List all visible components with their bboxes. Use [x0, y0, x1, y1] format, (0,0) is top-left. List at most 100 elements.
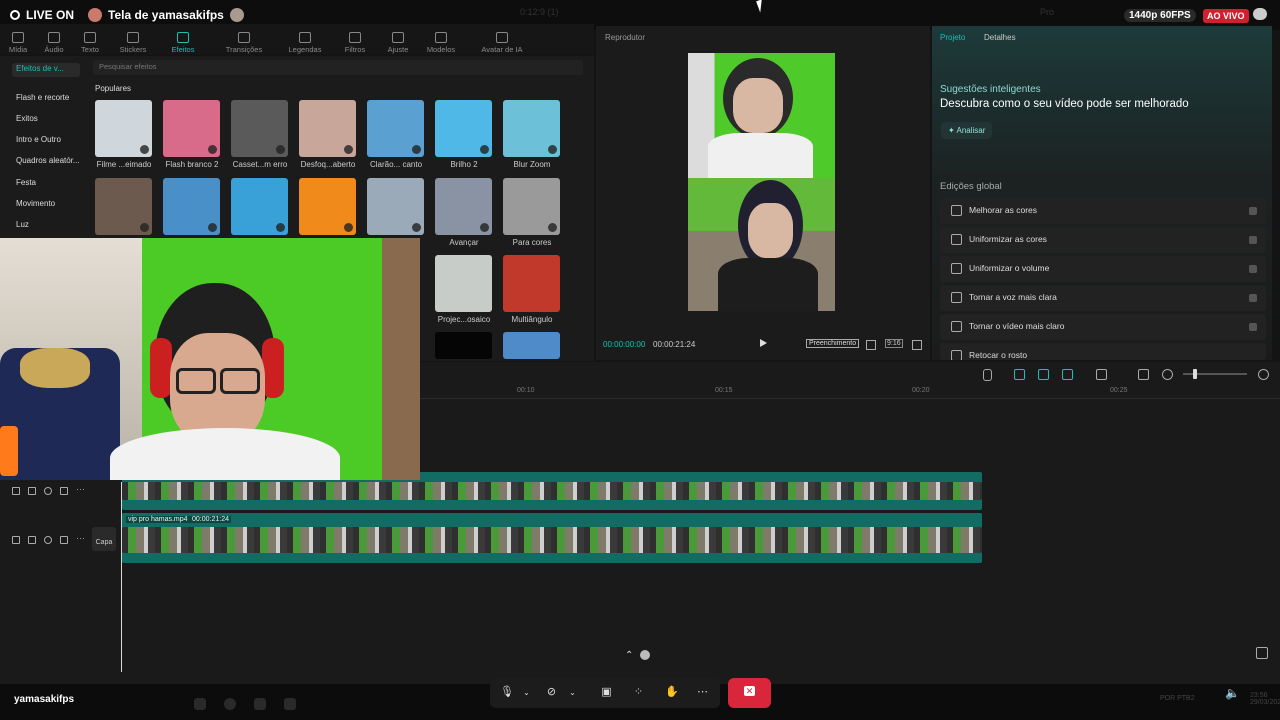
- speaker-icon[interactable]: 🔈: [1225, 686, 1240, 700]
- split-icon[interactable]: [1096, 369, 1107, 380]
- snap-icon[interactable]: [1062, 369, 1073, 380]
- discord-icon[interactable]: [254, 698, 266, 710]
- download-icon[interactable]: [140, 145, 149, 154]
- effect-thumbnail[interactable]: [95, 178, 152, 235]
- play-button[interactable]: [760, 339, 767, 347]
- people-icon[interactable]: [640, 650, 650, 660]
- effect-thumbnail[interactable]: [435, 255, 492, 312]
- fullscreen-icon[interactable]: [912, 340, 922, 350]
- category-item[interactable]: Luz: [16, 220, 29, 229]
- volume-icon[interactable]: [60, 487, 68, 495]
- download-icon[interactable]: [412, 145, 421, 154]
- preview-icon[interactable]: [1138, 369, 1149, 380]
- tab--udio[interactable]: Áudio: [36, 24, 72, 54]
- option-toggle[interactable]: [1249, 207, 1257, 215]
- download-icon[interactable]: [548, 223, 557, 232]
- zoom-in-icon[interactable]: [1258, 369, 1269, 380]
- microphone-icon[interactable]: [983, 369, 992, 381]
- tab-ajuste[interactable]: Ajuste: [380, 24, 416, 54]
- browser-icon[interactable]: [224, 698, 236, 710]
- download-icon[interactable]: [140, 223, 149, 232]
- category-item[interactable]: Festa: [16, 178, 36, 187]
- aspect-ratio-button[interactable]: 9:16: [885, 339, 903, 348]
- effect-thumbnail[interactable]: [231, 100, 288, 157]
- lock-icon[interactable]: [28, 487, 36, 495]
- zoom-fit-icon[interactable]: [1256, 647, 1268, 659]
- tab-filtros[interactable]: Filtros: [330, 24, 380, 54]
- category-item[interactable]: Flash e recorte: [16, 93, 69, 102]
- more-icon[interactable]: ···: [76, 484, 85, 494]
- download-icon[interactable]: [208, 145, 217, 154]
- effect-thumbnail[interactable]: [95, 100, 152, 157]
- more-icon[interactable]: ···: [76, 533, 85, 543]
- chat-icon[interactable]: [1253, 8, 1267, 20]
- effect-thumbnail[interactable]: [231, 178, 288, 235]
- download-icon[interactable]: [276, 223, 285, 232]
- download-icon[interactable]: [548, 145, 557, 154]
- tab-texto[interactable]: Texto: [72, 24, 108, 54]
- effect-thumbnail[interactable]: [435, 100, 492, 157]
- more-icon[interactable]: ⋯: [697, 687, 708, 698]
- tab-detalhes[interactable]: Detalhes: [984, 33, 1016, 42]
- option-toggle[interactable]: [1249, 265, 1257, 273]
- magnet-icon[interactable]: [1038, 369, 1049, 380]
- lock-icon[interactable]: [28, 536, 36, 544]
- download-icon[interactable]: [276, 145, 285, 154]
- global-edit-option[interactable]: Melhorar as cores: [940, 198, 1266, 224]
- download-icon[interactable]: [208, 223, 217, 232]
- download-icon[interactable]: [480, 145, 489, 154]
- crop-icon[interactable]: [866, 340, 876, 350]
- option-toggle[interactable]: [1249, 236, 1257, 244]
- global-edit-option[interactable]: Tornar a voz mais clara: [940, 285, 1266, 311]
- chevron-down-icon[interactable]: ⌄: [521, 687, 532, 698]
- zoom-out-icon[interactable]: [1162, 369, 1173, 380]
- capcut-icon[interactable]: [284, 698, 296, 710]
- effect-thumbnail[interactable]: [503, 178, 560, 235]
- volume-icon[interactable]: [60, 536, 68, 544]
- category-item[interactable]: Intro e Outro: [16, 135, 61, 144]
- global-edit-option[interactable]: Tornar o vídeo mais claro: [940, 314, 1266, 340]
- tab-avatar-de-ia[interactable]: Avatar de IA: [466, 24, 538, 54]
- download-icon[interactable]: [344, 145, 353, 154]
- reaction-icon[interactable]: ✋: [665, 687, 679, 698]
- tab-transi-es[interactable]: Transições: [208, 24, 280, 54]
- taskbar-app-icon[interactable]: [194, 698, 206, 710]
- tab-projeto[interactable]: Projeto: [940, 33, 965, 42]
- cover-button[interactable]: Capa: [92, 527, 116, 551]
- playhead[interactable]: [121, 482, 122, 672]
- global-edit-option[interactable]: Retocar o rosto: [940, 343, 1266, 360]
- tab-efeitos[interactable]: Efeitos: [158, 24, 208, 54]
- effect-thumbnail[interactable]: [367, 100, 424, 157]
- download-icon[interactable]: [480, 223, 489, 232]
- search-input[interactable]: Pesquisar efeitos: [93, 60, 583, 75]
- download-icon[interactable]: [412, 223, 421, 232]
- effect-thumbnail[interactable]: [503, 100, 560, 157]
- tab-legendas[interactable]: Legendas: [280, 24, 330, 54]
- tab-m-dia[interactable]: Mídia: [0, 24, 36, 54]
- effect-thumbnail[interactable]: [163, 100, 220, 157]
- option-toggle[interactable]: [1249, 294, 1257, 302]
- effect-thumbnail[interactable]: [435, 332, 492, 359]
- option-toggle[interactable]: [1249, 323, 1257, 331]
- effect-thumbnail[interactable]: [299, 100, 356, 157]
- tab-stickers[interactable]: Stickers: [108, 24, 158, 54]
- effect-thumbnail[interactable]: [367, 178, 424, 235]
- category-item[interactable]: Movimento: [16, 199, 55, 208]
- category-item[interactable]: Exitos: [16, 114, 38, 123]
- close-icon[interactable]: ✕: [744, 686, 755, 696]
- download-icon[interactable]: [344, 223, 353, 232]
- video-track-2[interactable]: [122, 513, 982, 563]
- effect-thumbnail[interactable]: [435, 178, 492, 235]
- effect-thumbnail[interactable]: [163, 178, 220, 235]
- global-edit-option[interactable]: Uniformizar as cores: [940, 227, 1266, 253]
- global-edit-option[interactable]: Uniformizar o volume: [940, 256, 1266, 282]
- track-cover-icon[interactable]: [12, 536, 20, 544]
- category-item[interactable]: Quadros aleatór...: [16, 156, 80, 165]
- zoom-slider-handle[interactable]: [1193, 369, 1197, 379]
- effect-thumbnail[interactable]: [503, 332, 560, 359]
- effect-thumbnail[interactable]: [299, 178, 356, 235]
- eye-icon[interactable]: [44, 536, 52, 544]
- category-dropdown[interactable]: Efeitos de v...: [12, 63, 80, 77]
- fill-mode-button[interactable]: Preenchimento: [806, 339, 860, 348]
- track-cover-icon[interactable]: [12, 487, 20, 495]
